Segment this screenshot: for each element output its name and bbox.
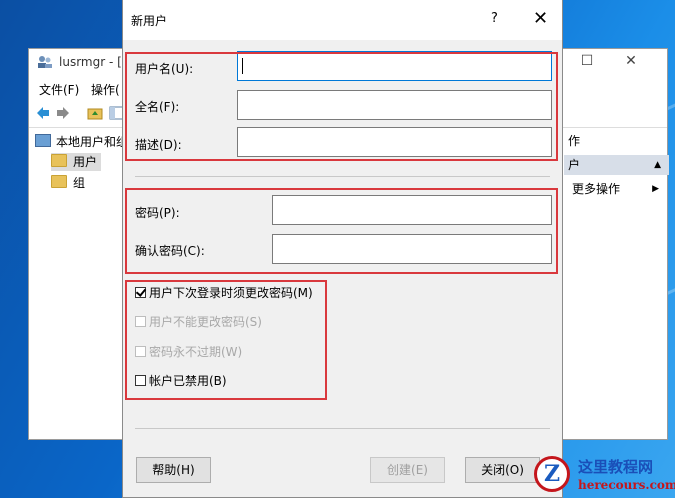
confirm-password-field[interactable] bbox=[272, 234, 552, 264]
help-icon[interactable]: ? bbox=[491, 11, 498, 26]
must-change-label: 用户下次登录时须更改密码(M) bbox=[149, 286, 313, 300]
menu-action[interactable]: 操作( bbox=[91, 81, 120, 98]
cannot-change-label: 用户不能更改密码(S) bbox=[149, 315, 262, 329]
fullname-field[interactable] bbox=[237, 90, 552, 120]
username-input[interactable] bbox=[238, 52, 551, 80]
more-actions[interactable]: 更多操作 ▶ bbox=[564, 179, 669, 199]
window-title: lusrmgr - [ bbox=[59, 55, 122, 69]
actions-subheader-label: 户 bbox=[568, 158, 581, 172]
watermark-logo: Z bbox=[534, 456, 570, 492]
description-label: 描述(D): bbox=[135, 138, 182, 152]
forward-arrow-icon[interactable] bbox=[55, 105, 71, 121]
collapse-up-icon[interactable]: ▲ bbox=[654, 155, 661, 175]
tree-root-label: 本地用户和组 bbox=[56, 135, 129, 149]
create-button: 创建(E) bbox=[370, 457, 445, 483]
tree-item-users-label: 用户 bbox=[73, 155, 98, 169]
submenu-arrow-icon: ▶ bbox=[652, 184, 659, 194]
username-label: 用户名(U): bbox=[135, 62, 194, 76]
menu-file[interactable]: 文件(F) bbox=[39, 81, 79, 98]
cannot-change-checkbox bbox=[135, 316, 146, 327]
tree-root[interactable]: 本地用户和组 bbox=[35, 133, 128, 151]
more-actions-label: 更多操作 bbox=[572, 182, 621, 196]
never-expires-checkbox bbox=[135, 346, 146, 357]
account-disabled-option[interactable]: 帐户已禁用(B) bbox=[135, 372, 227, 390]
users-app-icon bbox=[38, 56, 52, 68]
close-icon[interactable]: ✕ bbox=[621, 53, 641, 71]
never-expires-label: 密码永不过期(W) bbox=[149, 345, 243, 359]
maximize-icon[interactable]: ☐ bbox=[577, 53, 597, 71]
up-folder-icon[interactable] bbox=[87, 105, 103, 121]
password-input[interactable] bbox=[273, 196, 551, 224]
computer-icon bbox=[35, 134, 51, 147]
actions-pane: 作 户 ▲ 更多操作 ▶ bbox=[564, 131, 669, 439]
tree-item-groups-label: 组 bbox=[73, 176, 86, 190]
account-disabled-checkbox[interactable] bbox=[135, 375, 146, 386]
dialog-title: 新用户 bbox=[131, 14, 168, 28]
must-change-checkbox[interactable] bbox=[135, 287, 146, 298]
account-disabled-label: 帐户已禁用(B) bbox=[149, 374, 227, 388]
separator bbox=[135, 176, 550, 177]
watermark-name: 这里教程网 bbox=[578, 458, 654, 476]
help-button[interactable]: 帮助(H) bbox=[136, 457, 211, 483]
close-icon[interactable]: ✕ bbox=[533, 8, 548, 29]
tree-item-groups[interactable]: 组 bbox=[51, 174, 85, 192]
text-caret bbox=[242, 58, 243, 74]
watermark: Z 这里教程网 herecours.com bbox=[528, 452, 675, 498]
username-field[interactable] bbox=[237, 51, 552, 81]
back-arrow-icon[interactable] bbox=[35, 105, 51, 121]
confirm-password-input[interactable] bbox=[273, 235, 551, 263]
fullname-label: 全名(F): bbox=[135, 100, 180, 114]
folder-icon bbox=[51, 154, 67, 167]
description-field[interactable] bbox=[237, 127, 552, 157]
dialog-titlebar: 新用户 ? ✕ bbox=[123, 0, 562, 40]
new-user-dialog: 新用户 ? ✕ 用户名(U): 全名(F): 描述(D): 密码(P): 确认密… bbox=[122, 0, 563, 498]
folder-icon bbox=[51, 175, 67, 188]
actions-header: 作 bbox=[568, 134, 581, 148]
watermark-url: herecours.com bbox=[578, 478, 675, 492]
description-input[interactable] bbox=[238, 128, 551, 156]
tree-item-users[interactable]: 用户 bbox=[51, 153, 102, 171]
confirm-password-label: 确认密码(C): bbox=[135, 244, 205, 258]
must-change-option[interactable]: 用户下次登录时须更改密码(M) bbox=[135, 284, 313, 302]
never-expires-option: 密码永不过期(W) bbox=[135, 343, 242, 361]
separator bbox=[135, 428, 550, 429]
password-label: 密码(P): bbox=[135, 206, 180, 220]
actions-subheader[interactable]: 户 ▲ bbox=[564, 155, 669, 175]
password-field[interactable] bbox=[272, 195, 552, 225]
fullname-input[interactable] bbox=[238, 91, 551, 119]
cannot-change-option: 用户不能更改密码(S) bbox=[135, 313, 262, 331]
watermark-logo-letter: Z bbox=[543, 461, 561, 487]
